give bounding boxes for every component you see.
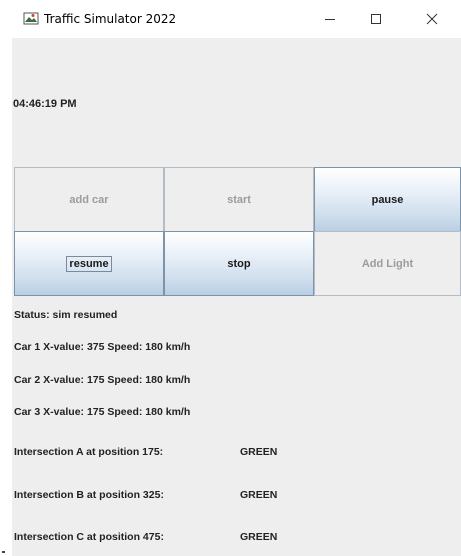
pause-button[interactable]: pause [314,167,461,232]
stop-button[interactable]: stop [164,231,314,296]
add-car-button[interactable]: add car [14,167,164,232]
control-button-panel: add car start pause resume stop Add Ligh… [14,167,461,296]
java-cup-icon [23,12,39,26]
add-light-label: Add Light [361,257,414,270]
close-icon [426,13,438,25]
pause-label: pause [371,193,404,206]
maximize-button[interactable] [354,0,398,38]
intersection-b-light-status: GREEN [240,489,278,501]
window-edge-mark [2,551,5,553]
start-label: start [227,193,251,206]
minimize-icon [325,19,335,20]
intersection-c-light-status: GREEN [240,531,278,543]
clock-label: 04:46:19 PM [13,98,77,110]
car-1-info: Car 1 X-value: 375 Speed: 180 km/h [14,341,191,353]
resume-label: resume [66,255,112,272]
traffic-simulator-window: Traffic Simulator 2022 04:46:19 PM add c… [12,0,461,556]
window-title: Traffic Simulator 2022 [44,12,177,26]
stop-label: stop [227,257,251,270]
maximize-icon [371,14,381,24]
intersection-a-light-status: GREEN [240,446,278,458]
close-button[interactable] [410,0,454,38]
intersection-c-label: Intersection C at position 475: [14,531,164,543]
title-bar[interactable]: Traffic Simulator 2022 [12,0,461,38]
intersection-b-label: Intersection B at position 325: [14,489,164,501]
car-3-info: Car 3 X-value: 175 Speed: 180 km/h [14,406,191,418]
start-button[interactable]: start [164,167,314,232]
resume-button[interactable]: resume [14,231,164,296]
add-car-label: add car [69,193,109,206]
add-light-button[interactable]: Add Light [314,231,461,296]
minimize-button[interactable] [308,0,352,38]
status-label: Status: sim resumed [14,309,118,321]
intersection-a-label: Intersection A at position 175: [14,446,164,458]
car-2-info: Car 2 X-value: 175 Speed: 180 km/h [14,374,191,386]
